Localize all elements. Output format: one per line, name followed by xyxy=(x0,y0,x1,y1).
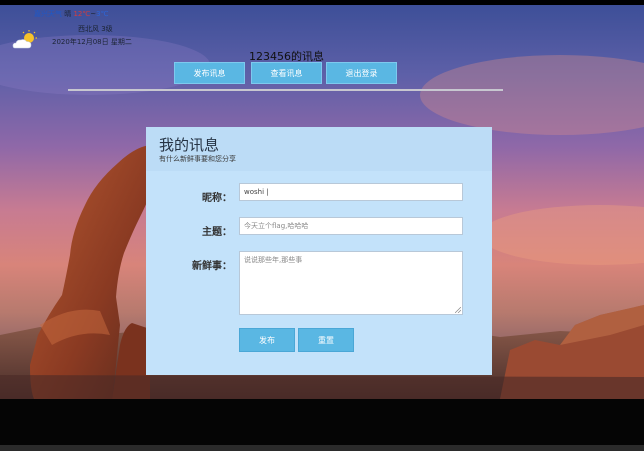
submit-button[interactable]: 发布 xyxy=(239,328,295,352)
news-placeholder: 说说那些年,那些事 xyxy=(244,256,303,264)
message-form-card: 我的讯息 有什么新鲜事要和您分享 昵称： woshi | 主题： 今天立个fla… xyxy=(146,127,492,375)
header-divider xyxy=(68,89,503,91)
view-messages-button[interactable]: 查看讯息 xyxy=(251,62,322,84)
nickname-label: 昵称： xyxy=(202,193,232,204)
bottom-strip xyxy=(0,445,644,451)
form-title: 我的讯息 xyxy=(159,136,220,154)
news-textarea[interactable]: 说说那些年,那些事 xyxy=(239,251,463,315)
weather-wind: 西北风 3级 xyxy=(78,25,113,33)
form-subtitle: 有什么新鲜事要和您分享 xyxy=(159,155,236,163)
topic-label: 主题： xyxy=(202,227,232,238)
publish-message-button[interactable]: 发布讯息 xyxy=(174,62,245,84)
news-label: 新鲜事： xyxy=(192,261,232,272)
weather-summary: 嘉兴天气 晴 12℃~3℃ xyxy=(34,9,108,19)
nickname-field[interactable]: woshi | xyxy=(239,183,463,201)
weather-city[interactable]: 嘉兴天气 xyxy=(34,10,62,18)
weather-condition: 晴 xyxy=(64,10,72,18)
topic-field[interactable]: 今天立个flag,哈哈哈 xyxy=(239,217,463,235)
topic-placeholder: 今天立个flag,哈哈哈 xyxy=(244,222,309,230)
nickname-value: woshi | xyxy=(244,188,269,196)
logout-button[interactable]: 退出登录 xyxy=(326,62,397,84)
weather-temp-high: 12℃ xyxy=(73,10,91,18)
weather-date: 2020年12月08日 星期二 xyxy=(52,38,132,46)
reset-button[interactable]: 重置 xyxy=(298,328,354,352)
bottom-black-bar xyxy=(0,399,644,451)
weather-temp-low: 3℃ xyxy=(96,10,109,18)
resize-grip-icon[interactable] xyxy=(455,307,461,313)
form-header: 我的讯息 有什么新鲜事要和您分享 xyxy=(146,127,492,171)
weather-widget: 嘉兴天气 晴 12℃~3℃ 西北风 3级 2020年12月08日 星期二 xyxy=(12,7,172,49)
